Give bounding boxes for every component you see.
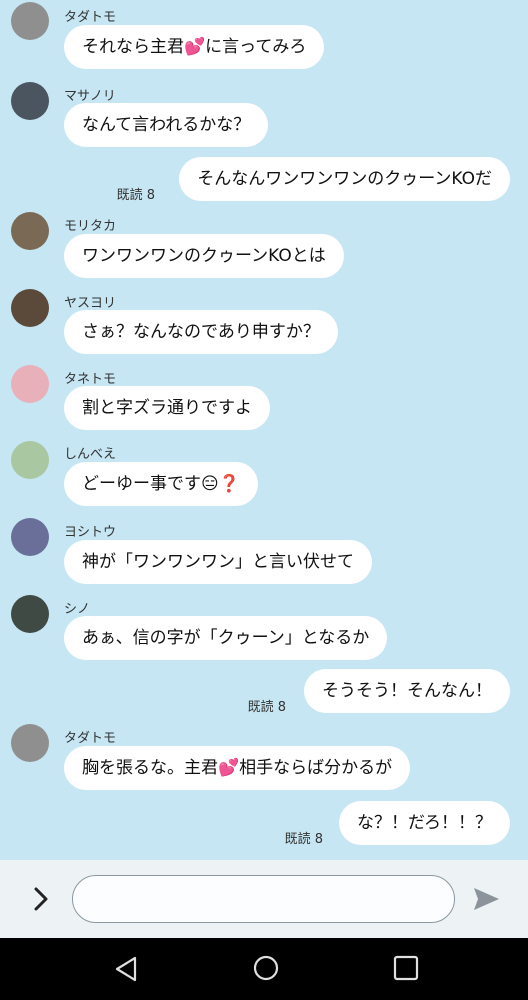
sender-name: タダトモ <box>64 731 117 746</box>
message-bubble[interactable]: さぁ？なんなのであり申すか？ <box>64 310 338 354</box>
sender-name: マサノリ <box>64 89 116 104</box>
avatar[interactable] <box>11 518 49 556</box>
message-text: そんなんワンワンワンのクゥーンKOだ <box>197 169 492 189</box>
message-bubble[interactable]: 胸を張るな。主君💕相手ならば分かるが <box>64 746 411 790</box>
message-text: あぁ、信の字が「クゥーン」となるか <box>82 628 370 648</box>
message-bubble[interactable]: 神が「ワンワンワン」と言い伏せて <box>64 540 372 584</box>
read-receipt: 既読 8 <box>116 188 155 203</box>
system-nav-bar <box>0 938 528 1000</box>
sender-name: シノ <box>64 602 91 617</box>
message-bubble[interactable]: そうそう！そんなん！ <box>304 669 510 713</box>
avatar[interactable] <box>11 595 49 633</box>
message-bubble[interactable]: なんて言われるかな？ <box>64 103 269 147</box>
message-bubble[interactable]: そんなんワンワンワンのクゥーンKOだ <box>179 157 510 201</box>
send-icon[interactable] <box>471 884 501 914</box>
avatar[interactable] <box>11 212 49 250</box>
message-bubble[interactable]: どーゆー事です😑❓ <box>64 462 258 506</box>
message-text: それなら主君💕に言ってみろ <box>82 37 307 57</box>
message-text: さぁ？なんなのであり申すか？ <box>82 322 320 342</box>
message-bubble[interactable]: な？！だろ！！？ <box>339 801 510 845</box>
sender-name: ヤスヨリ <box>64 296 117 311</box>
read-receipt: 既読 8 <box>284 832 323 847</box>
message-text: ワンワンワンのクゥーンKOとは <box>82 246 326 266</box>
message-text: 胸を張るな。主君💕相手ならば分かるが <box>82 758 393 778</box>
avatar[interactable] <box>11 2 49 40</box>
sender-name: タダトモ <box>64 10 117 25</box>
message-text: なんて言われるかな？ <box>82 115 251 135</box>
chevron-right-icon[interactable] <box>26 884 56 914</box>
sender-name: モリタカ <box>64 219 117 234</box>
sender-name: しんべえ <box>64 447 117 462</box>
nav-recents-icon[interactable] <box>392 954 420 982</box>
message-bubble[interactable]: あぁ、信の字が「クゥーン」となるか <box>64 616 388 660</box>
message-text: な？！だろ！！？ <box>357 813 492 833</box>
message-text: 割と字ズラ通りですよ <box>82 398 252 418</box>
message-bubble[interactable]: それなら主君💕に言ってみろ <box>64 25 325 69</box>
message-bubble[interactable]: 割と字ズラ通りですよ <box>64 386 270 430</box>
avatar[interactable] <box>11 289 49 327</box>
input-bar <box>0 860 528 938</box>
message-text: 神が「ワンワンワン」と言い伏せて <box>82 552 354 572</box>
message-text: どーゆー事です😑❓ <box>82 474 240 494</box>
sender-name: ヨシトウ <box>64 525 117 540</box>
chat-area[interactable]: タダトモ それなら主君💕に言ってみろ マサノリ なんて言われるかな？ 既読 8 … <box>0 0 528 860</box>
sender-name: タネトモ <box>64 372 117 387</box>
message-bubble[interactable]: ワンワンワンのクゥーンKOとは <box>64 234 344 278</box>
avatar[interactable] <box>11 82 49 120</box>
avatar[interactable] <box>11 365 49 403</box>
avatar[interactable] <box>11 441 49 479</box>
avatar[interactable] <box>11 724 49 762</box>
nav-home-icon[interactable] <box>252 954 280 982</box>
message-input[interactable] <box>72 875 455 923</box>
message-text: そうそう！そんなん！ <box>322 681 492 701</box>
read-receipt: 既読 8 <box>247 700 286 715</box>
nav-back-icon[interactable] <box>112 954 142 984</box>
